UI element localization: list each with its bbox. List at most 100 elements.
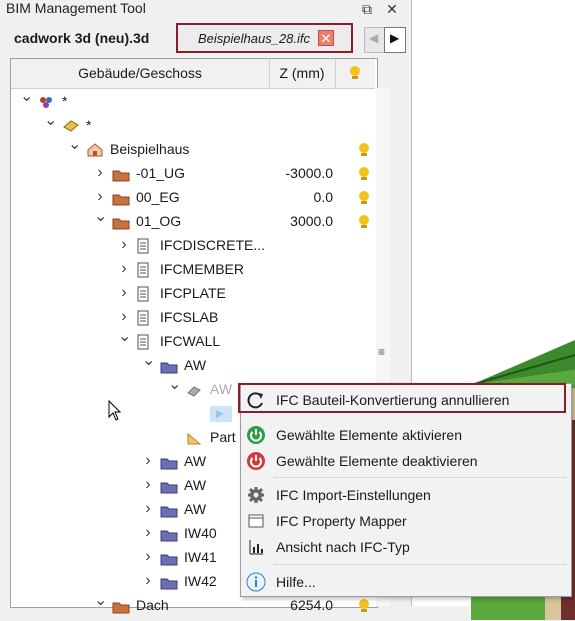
chevron-down-icon[interactable]: ⌄ — [168, 377, 181, 401]
tab-cadwork[interactable]: cadwork 3d (neu).3d — [14, 30, 149, 46]
tree-row[interactable]: ⌄ AW — [11, 353, 375, 377]
chevron-down-icon[interactable]: ⌄ — [68, 137, 81, 161]
tree-header: Gebäude/Geschoss Z (mm) — [11, 59, 375, 89]
chevron-down-icon[interactable]: ⌄ — [44, 113, 57, 137]
column-header-z[interactable]: Z (mm) — [269, 59, 336, 88]
menu-item[interactable]: Gewählte Elemente aktivieren — [241, 423, 569, 447]
menu-item[interactable]: IFC Import-Einstellungen — [241, 483, 569, 507]
tree-row-label: AW — [184, 477, 207, 493]
column-header-active[interactable] — [335, 59, 375, 88]
tree-row-label: AW — [184, 357, 207, 373]
menu-item-label: Gewählte Elemente deaktivieren — [276, 453, 478, 469]
tree-row-label: IW41 — [184, 549, 217, 565]
menu-separator — [273, 477, 567, 478]
tree-row-label: Part — [210, 429, 236, 445]
chevron-right-icon[interactable]: › — [142, 569, 154, 593]
chevron-left-icon: ◀ — [369, 31, 379, 45]
tree-row-label: 01_OG — [136, 213, 182, 229]
pin-icon[interactable]: ⧉ — [358, 0, 376, 18]
chevron-right-icon[interactable]: › — [94, 185, 106, 209]
chevron-right-icon[interactable]: › — [142, 545, 154, 569]
z-value: 3000.0 — [290, 213, 333, 229]
tree-row-label: -01_UG — [136, 165, 186, 181]
gear-icon — [246, 485, 266, 505]
tree-row-label: AW — [184, 453, 207, 469]
chevron-down-icon[interactable]: ⌄ — [118, 329, 131, 353]
tree-row-label: 00_EG — [136, 189, 180, 205]
chevron-right-icon[interactable]: › — [118, 257, 130, 281]
window-title: BIM Management Tool — [6, 0, 146, 16]
tree-row[interactable]: ⌄ * — [11, 89, 375, 113]
menu-separator — [273, 564, 567, 565]
menu-item[interactable]: Hilfe... — [241, 570, 569, 594]
tree-row[interactable]: ⌄ IFCWALL — [11, 329, 375, 353]
tree-row-label: AW — [210, 381, 233, 397]
tree-row-label: IW42 — [184, 573, 217, 589]
chevron-right-icon[interactable]: › — [118, 281, 130, 305]
chevron-right-icon[interactable]: › — [94, 161, 106, 185]
context-menu: IFC Bauteil-Konvertierung annullieren Gew… — [240, 383, 572, 597]
column-header-name[interactable]: Gebäude/Geschoss — [11, 59, 270, 88]
tree-row-label: IFCPLATE — [160, 285, 226, 301]
chevron-right-icon[interactable]: › — [118, 233, 130, 257]
window-icon — [246, 511, 266, 531]
menu-item[interactable]: IFC Property Mapper — [241, 509, 569, 533]
bulb-icon[interactable] — [357, 597, 371, 612]
tree-row-label: IFCMEMBER — [160, 261, 244, 277]
tree-row-label: IFCSLAB — [160, 309, 219, 325]
menu-item-label: IFC Import-Einstellungen — [276, 487, 431, 503]
mouse-cursor-icon — [108, 400, 122, 421]
tree-row[interactable]: ⌄ * — [11, 113, 375, 137]
close-tab-icon[interactable]: ✕ — [318, 30, 334, 46]
chevron-down-icon[interactable]: ⌄ — [20, 89, 33, 113]
chevron-right-icon[interactable]: › — [142, 497, 154, 521]
tree-row-label: IFCWALL — [160, 333, 221, 349]
bulb-icon — [350, 66, 360, 79]
bulb-icon[interactable] — [357, 189, 371, 204]
menu-item[interactable]: Gewählte Elemente deaktivieren — [241, 449, 569, 473]
chart-icon — [246, 537, 266, 557]
bulb-icon[interactable] — [357, 165, 371, 180]
power-off-icon — [246, 451, 266, 471]
tree-row[interactable]: › 00_EG 0.0 — [11, 185, 375, 209]
tree-row[interactable]: › -01_UG -3000.0 — [11, 161, 375, 185]
tab-ifc-file[interactable]: Beispielhaus_28.ifc ✕ — [176, 23, 353, 53]
tree-row[interactable]: › IFCMEMBER — [11, 257, 375, 281]
chevron-right-icon: ▶ — [390, 31, 400, 45]
chevron-down-icon[interactable]: ⌄ — [142, 353, 155, 377]
menu-highlight-frame — [238, 383, 566, 413]
tree-row[interactable]: › IFCDISCRETE... — [11, 233, 375, 257]
tree-row[interactable]: › IFCSLAB — [11, 305, 375, 329]
z-value: 0.0 — [313, 189, 333, 205]
chevron-right-icon[interactable]: › — [142, 449, 154, 473]
info-icon — [246, 572, 266, 592]
tree-row[interactable]: › IFCPLATE — [11, 281, 375, 305]
bulb-icon[interactable] — [357, 213, 371, 228]
tree-row-label: * — [62, 93, 68, 109]
tree-row-label: IW40 — [184, 525, 217, 541]
chevron-right-icon[interactable]: › — [142, 521, 154, 545]
close-icon[interactable]: ✕ — [383, 0, 401, 18]
tab-scroll-left-button[interactable]: ◀ — [364, 27, 386, 53]
chevron-right-icon[interactable]: › — [118, 305, 130, 329]
scroll-grip-icon: ≡ — [378, 345, 386, 359]
z-value: -3000.0 — [285, 165, 333, 181]
tree-row-label: IFCDISCRETE... — [160, 237, 266, 253]
chevron-down-icon[interactable]: ⌄ — [94, 593, 107, 617]
menu-item-label: IFC Property Mapper — [276, 513, 407, 529]
tree-row-label: * — [86, 117, 92, 133]
tab-ifc-label: Beispielhaus_28.ifc — [198, 31, 311, 46]
tree-row-label: Beispielhaus — [110, 141, 190, 157]
menu-item-label: Gewählte Elemente aktivieren — [276, 427, 462, 443]
menu-item-label: Hilfe... — [276, 574, 316, 590]
menu-item[interactable]: Ansicht nach IFC-Typ — [241, 535, 569, 559]
bulb-icon[interactable] — [357, 141, 371, 156]
chevron-down-icon[interactable]: ⌄ — [94, 209, 107, 233]
tree-row[interactable]: ⌄ Beispielhaus — [11, 137, 375, 161]
chevron-right-icon[interactable]: › — [142, 473, 154, 497]
tab-scroll-right-button[interactable]: ▶ — [384, 27, 406, 53]
storey-icon — [112, 597, 130, 621]
tree-row[interactable]: ⌄ 01_OG 3000.0 — [11, 209, 375, 233]
tree-row-label: Dach — [136, 597, 169, 613]
menu-item-label: Ansicht nach IFC-Typ — [276, 539, 410, 555]
